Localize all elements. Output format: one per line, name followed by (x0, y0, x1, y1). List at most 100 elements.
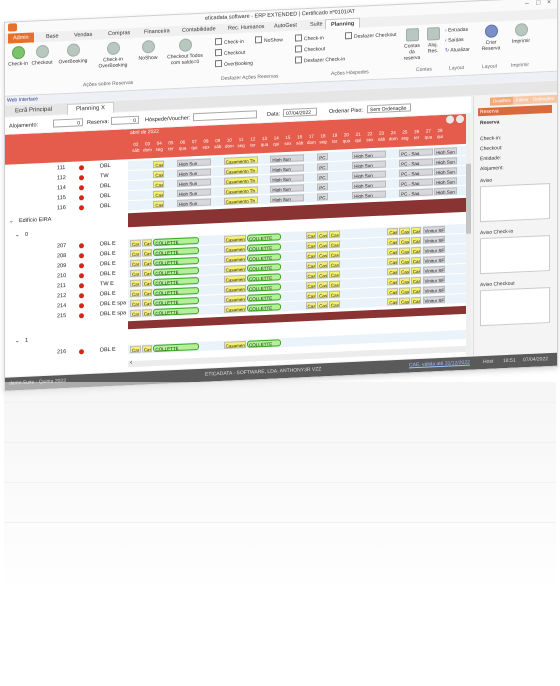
booking-block[interactable]: COLLETTE (247, 233, 282, 242)
booking-block[interactable]: Vinitur SF (422, 275, 445, 284)
expand-icon[interactable]: ⌄ (9, 218, 14, 224)
booking-block[interactable]: Cas (153, 160, 165, 169)
booking-block[interactable]: COLLETTE (153, 256, 200, 267)
booking-block[interactable]: Cas (410, 246, 422, 255)
booking-block[interactable]: Casamento Th (223, 156, 258, 165)
overbooking-button[interactable]: OverBooking (55, 43, 91, 66)
booking-block[interactable]: Car (130, 345, 141, 354)
booking-block[interactable]: Cas (305, 251, 317, 260)
booking-block[interactable]: Cas (141, 289, 153, 297)
booking-block[interactable]: Vinitur SF (422, 225, 445, 234)
booking-block[interactable]: COLLETTE (247, 303, 282, 312)
scroll-left-icon[interactable]: ‹ (130, 359, 132, 366)
booking-block[interactable]: Car (130, 309, 141, 318)
booking-block[interactable]: Casamento Th (223, 176, 258, 185)
booking-block[interactable]: Casamen (223, 284, 246, 293)
booking-block[interactable]: Cas (317, 301, 328, 309)
booking-block[interactable]: High Sun (176, 168, 211, 177)
booking-block[interactable]: Car (130, 239, 141, 248)
aviso-box[interactable] (480, 183, 550, 223)
booking-block[interactable]: Vinitur SF (422, 265, 445, 274)
booking-block[interactable]: Cas (305, 241, 317, 250)
booking-block[interactable]: Cas (328, 240, 340, 249)
booking-block[interactable]: Cas (387, 267, 399, 276)
booking-block[interactable]: Cas (328, 280, 340, 289)
booking-block[interactable]: Vinitur SF (422, 255, 445, 264)
booking-block[interactable]: Casamen (223, 304, 246, 313)
booking-block[interactable]: Casamen (223, 264, 246, 273)
booking-block[interactable]: PC - Sag (399, 168, 434, 177)
booking-block[interactable]: Casamento Th (223, 196, 258, 205)
booking-block[interactable]: Cas (305, 271, 317, 280)
alojamento-input[interactable]: 0 (53, 118, 83, 128)
checkout-todos-button[interactable]: Checkout Todos com saldo=0 (163, 38, 207, 67)
booking-block[interactable]: COLLETTE (247, 243, 282, 252)
data-input[interactable]: 07/04/2022 (283, 107, 317, 118)
booking-block[interactable]: COLLETTE (247, 283, 282, 292)
booking-block[interactable]: COLLETTE (153, 276, 200, 287)
undo-guest-checkout[interactable]: Desfazer Checkout (345, 30, 397, 40)
undo-overbooking[interactable]: OverBooking (215, 59, 253, 69)
criar-reserva-button[interactable]: Criar Reserva (479, 24, 503, 52)
booking-block[interactable]: Cas (305, 291, 317, 300)
booking-block[interactable]: Cas (399, 257, 410, 265)
close-button[interactable]: × (547, 0, 551, 6)
expand-icon[interactable]: ⌄ (15, 338, 20, 344)
undo-noshow[interactable]: NoShow (255, 35, 283, 44)
booking-block[interactable]: Cas (317, 281, 328, 289)
booking-block[interactable]: Cas (387, 237, 399, 246)
booking-block[interactable]: High Sun (176, 188, 211, 197)
booking-block[interactable]: Car (130, 249, 141, 258)
booking-block[interactable]: Vinitur SF (422, 245, 445, 254)
booking-block[interactable]: Cas (399, 267, 410, 275)
booking-block[interactable]: High Sun (352, 150, 387, 160)
aviso-checkout-box[interactable] (480, 287, 550, 327)
booking-block[interactable]: Cas (305, 231, 317, 240)
guest-checkin[interactable]: Check-in (295, 33, 324, 42)
booking-block[interactable]: COLLETTE (153, 266, 200, 277)
booking-block[interactable]: Cas (410, 266, 422, 275)
booking-block[interactable]: Cas (410, 236, 422, 245)
booking-block[interactable]: Cas (141, 269, 153, 277)
booking-block[interactable]: Casamento Th (223, 186, 258, 195)
aviso-checkin-box[interactable] (480, 235, 550, 275)
undo-checkout[interactable]: Checkout (215, 48, 245, 57)
vertical-scrollbar[interactable] (466, 113, 471, 356)
ordenar-select[interactable]: Sem Ordenação (367, 103, 411, 114)
booking-block[interactable]: Casamen (223, 340, 246, 349)
booking-block[interactable]: Cas (317, 261, 328, 269)
booking-block[interactable]: Car (130, 289, 141, 298)
booking-block[interactable]: High Sun (176, 158, 211, 167)
scrollbar-thumb[interactable] (466, 163, 471, 234)
hospede-input[interactable] (193, 110, 257, 122)
maximize-button[interactable]: □ (536, 0, 540, 7)
booking-block[interactable]: High Sun (352, 180, 387, 190)
booking-block[interactable]: PC - Sag (399, 188, 434, 197)
minimize-button[interactable]: – (525, 0, 529, 7)
expand-icon[interactable]: ⌄ (15, 232, 20, 238)
booking-block[interactable]: Casamen (223, 294, 246, 303)
checkout-button[interactable]: Checkout (29, 44, 55, 67)
booking-block[interactable]: High Sun (434, 167, 457, 176)
checkin-button[interactable]: Check-in (7, 45, 29, 68)
booking-block[interactable]: Car (130, 259, 141, 268)
booking-block[interactable]: COLLETTE (247, 339, 282, 348)
tab-filtros[interactable]: Filtros (513, 95, 532, 105)
booking-block[interactable]: Cas (387, 227, 399, 236)
booking-block[interactable]: Casamen (223, 274, 246, 283)
booking-block[interactable]: COLLETTE (247, 293, 282, 302)
imprimir-button[interactable]: Imprimir (509, 23, 533, 45)
booking-block[interactable]: Cas (410, 256, 422, 265)
booking-block[interactable]: COLLETTE (153, 236, 200, 247)
tab-definicoes[interactable]: Definições (530, 94, 558, 104)
booking-block[interactable]: Cas (328, 270, 340, 279)
booking-block[interactable]: High Sun (176, 178, 211, 187)
booking-block[interactable]: PC (317, 153, 328, 161)
booking-block[interactable]: Cas (141, 249, 153, 257)
booking-block[interactable]: Cas (317, 231, 328, 239)
undo-checkin[interactable]: Check-in (215, 37, 244, 46)
booking-block[interactable]: Cas (153, 200, 165, 209)
contas-reserva-button[interactable]: Contas da reserva (401, 27, 423, 62)
booking-block[interactable]: Casamen (223, 254, 246, 263)
tab-detalhes[interactable]: Detalhes (490, 96, 514, 106)
